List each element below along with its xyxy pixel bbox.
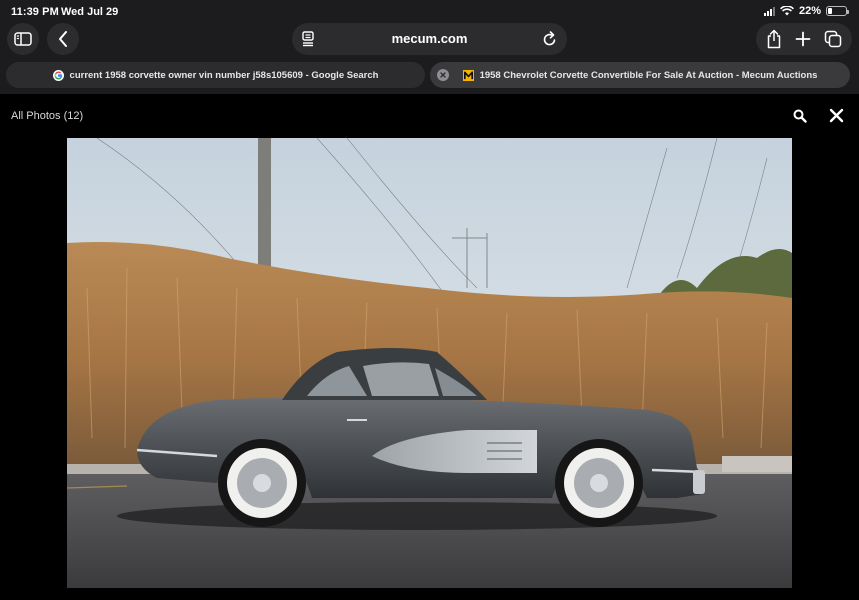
address-bar[interactable]: mecum.com bbox=[292, 23, 567, 55]
google-icon bbox=[52, 69, 64, 81]
tab-title: 1958 Chevrolet Corvette Convertible For … bbox=[479, 69, 818, 81]
gallery-header: All Photos (12) bbox=[0, 94, 859, 138]
tab-title: current 1958 corvette owner vin number j… bbox=[69, 69, 379, 81]
status-bar: 11:39 PM Wed Jul 29 22% bbox=[0, 0, 859, 22]
close-icon[interactable] bbox=[829, 108, 844, 123]
sidebar-button[interactable] bbox=[7, 23, 39, 55]
sidebar-icon bbox=[14, 32, 32, 46]
tab-close-button[interactable] bbox=[437, 69, 449, 81]
front-wheel bbox=[555, 439, 643, 527]
new-tab-icon[interactable] bbox=[795, 31, 811, 47]
close-tab-icon bbox=[440, 72, 446, 78]
battery-icon bbox=[826, 6, 849, 16]
photo-1958-corvette-side bbox=[67, 138, 792, 588]
mecum-icon bbox=[462, 69, 474, 81]
tab-bar: current 1958 corvette owner vin number j… bbox=[6, 62, 852, 88]
share-icon[interactable] bbox=[766, 29, 782, 49]
battery-percent: 22% bbox=[798, 5, 821, 17]
wifi-icon bbox=[780, 6, 794, 16]
tab-mecum[interactable]: 1958 Chevrolet Corvette Convertible For … bbox=[430, 62, 850, 88]
status-date: Wed Jul 29 bbox=[61, 6, 119, 18]
corvette-photo-illustration bbox=[67, 138, 792, 588]
toolbar-right-buttons bbox=[756, 23, 852, 55]
back-icon bbox=[59, 31, 67, 47]
reload-icon[interactable] bbox=[543, 31, 557, 47]
status-right: 22% bbox=[763, 5, 849, 17]
signal-icon bbox=[763, 6, 775, 16]
tabs-icon[interactable] bbox=[824, 30, 842, 48]
rear-wheel bbox=[218, 439, 306, 527]
back-button[interactable] bbox=[47, 23, 79, 55]
all-photos-link[interactable]: All Photos (12) bbox=[11, 110, 83, 122]
url-text: mecum.com bbox=[391, 31, 468, 46]
browser-chrome: 11:39 PM Wed Jul 29 22% mecum.com curren… bbox=[0, 0, 859, 94]
status-time: 11:39 PM bbox=[11, 6, 59, 18]
tab-google-search[interactable]: current 1958 corvette owner vin number j… bbox=[6, 62, 425, 88]
zoom-icon[interactable] bbox=[793, 109, 807, 123]
